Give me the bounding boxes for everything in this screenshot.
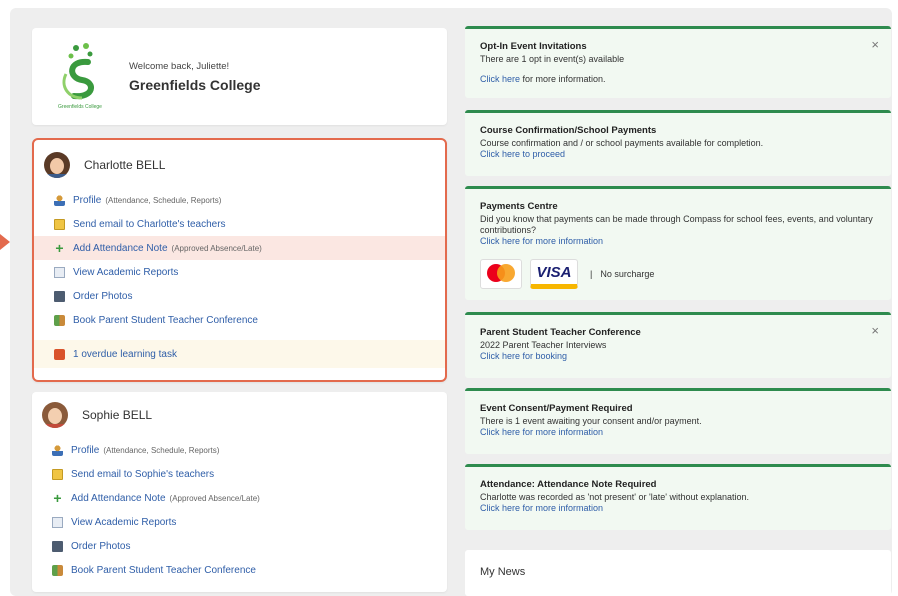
attendance-info-link[interactable]: Click here for more information <box>480 503 603 513</box>
my-news-title: My News <box>480 566 526 578</box>
profile-link[interactable]: Profile (Attendance, Schedule, Reports) <box>32 438 447 462</box>
conference-icon <box>54 314 65 326</box>
profile-link[interactable]: Profile (Attendance, Schedule, Reports) <box>34 188 445 212</box>
view-academic-reports-link[interactable]: View Academic Reports <box>32 510 447 534</box>
course-confirmation-panel: Course Confirmation/School Payments Cour… <box>465 110 891 176</box>
panel-title: Course Confirmation/School Payments <box>480 125 657 136</box>
report-icon <box>54 266 65 278</box>
close-icon[interactable]: × <box>871 37 879 52</box>
visa-icon: VISA <box>530 259 578 289</box>
panel-text: Did you know that payments can be made t… <box>480 214 873 235</box>
panel-title: Payments Centre <box>480 201 558 212</box>
panel-text: Charlotte was recorded as 'not present' … <box>480 492 750 502</box>
school-name: Greenfields College <box>129 77 261 93</box>
photo-icon <box>52 540 63 552</box>
close-icon[interactable]: × <box>871 323 879 338</box>
order-photos-link[interactable]: Order Photos <box>34 284 445 308</box>
pstc-booking-link[interactable]: Click here for booking <box>480 351 567 361</box>
optin-panel: Opt-In Event Invitations × There are 1 o… <box>465 26 891 98</box>
add-attendance-note-link[interactable]: + Add Attendance Note (Approved Absence/… <box>32 486 447 510</box>
mastercard-icon <box>480 259 522 289</box>
logo-caption: Greenfields College <box>58 104 102 110</box>
panel-text: There are 1 opt in event(s) available <box>480 54 625 64</box>
optin-click-here-link[interactable]: Click here <box>480 74 520 84</box>
plus-icon: + <box>53 489 62 506</box>
student-name: Sophie BELL <box>82 408 153 422</box>
school-logo: Greenfields College <box>46 40 114 112</box>
mail-icon <box>54 218 65 230</box>
book-conference-link[interactable]: Book Parent Student Teacher Conference <box>34 308 445 332</box>
student-header[interactable]: Sophie BELL <box>42 402 152 428</box>
panel-text: Course confirmation and / or school paym… <box>480 138 764 148</box>
mail-icon <box>52 468 63 480</box>
payment-methods: VISA | No surcharge <box>480 259 654 289</box>
panel-title: Opt-In Event Invitations <box>480 41 587 52</box>
overdue-task-link[interactable]: 1 overdue learning task <box>34 340 445 368</box>
welcome-card: Greenfields College Welcome back, Juliet… <box>32 28 447 125</box>
send-email-link[interactable]: Send email to Sophie's teachers <box>32 462 447 486</box>
payments-info-link[interactable]: Click here for more information <box>480 236 603 246</box>
report-icon <box>52 516 63 528</box>
view-academic-reports-link[interactable]: View Academic Reports <box>34 260 445 284</box>
consent-info-link[interactable]: Click here for more information <box>480 427 603 437</box>
dashboard: Greenfields College Welcome back, Juliet… <box>10 8 892 596</box>
student-card-charlotte: Charlotte BELL Profile (Attendance, Sche… <box>32 138 447 382</box>
profile-icon <box>54 194 65 206</box>
attendance-note-panel: Attendance: Attendance Note Required Cha… <box>465 464 891 530</box>
student-header[interactable]: Charlotte BELL <box>44 152 165 178</box>
payments-centre-panel: Payments Centre Did you know that paymen… <box>465 186 891 300</box>
pstc-panel: Parent Student Teacher Conference × 2022… <box>465 312 891 378</box>
send-email-link[interactable]: Send email to Charlotte's teachers <box>34 212 445 236</box>
my-news-card: My News <box>465 550 891 596</box>
separator: | <box>590 269 593 279</box>
avatar <box>42 402 68 428</box>
panel-text: There is 1 event awaiting your consent a… <box>480 416 702 426</box>
task-icon <box>54 348 65 360</box>
add-attendance-note-link[interactable]: + Add Attendance Note (Approved Absence/… <box>34 236 445 260</box>
panel-title: Event Consent/Payment Required <box>480 403 633 414</box>
no-surcharge-label: No surcharge <box>600 269 655 279</box>
order-photos-link[interactable]: Order Photos <box>32 534 447 558</box>
panel-title: Parent Student Teacher Conference <box>480 327 641 338</box>
panel-title: Attendance: Attendance Note Required <box>480 479 657 490</box>
profile-icon <box>52 444 63 456</box>
plus-icon: + <box>55 239 64 256</box>
panel-text: 2022 Parent Teacher Interviews <box>480 340 607 350</box>
avatar <box>44 152 70 178</box>
student-name: Charlotte BELL <box>84 158 166 172</box>
link-suffix: for more information. <box>520 74 606 84</box>
course-proceed-link[interactable]: Click here to proceed <box>480 149 565 159</box>
student-card-sophie: Sophie BELL Profile (Attendance, Schedul… <box>32 392 447 592</box>
conference-icon <box>52 564 63 576</box>
book-conference-link[interactable]: Book Parent Student Teacher Conference <box>32 558 447 582</box>
welcome-greeting: Welcome back, Juliette! <box>129 61 230 72</box>
photo-icon <box>54 290 65 302</box>
selection-arrow-icon <box>0 234 10 250</box>
event-consent-panel: Event Consent/Payment Required There is … <box>465 388 891 454</box>
